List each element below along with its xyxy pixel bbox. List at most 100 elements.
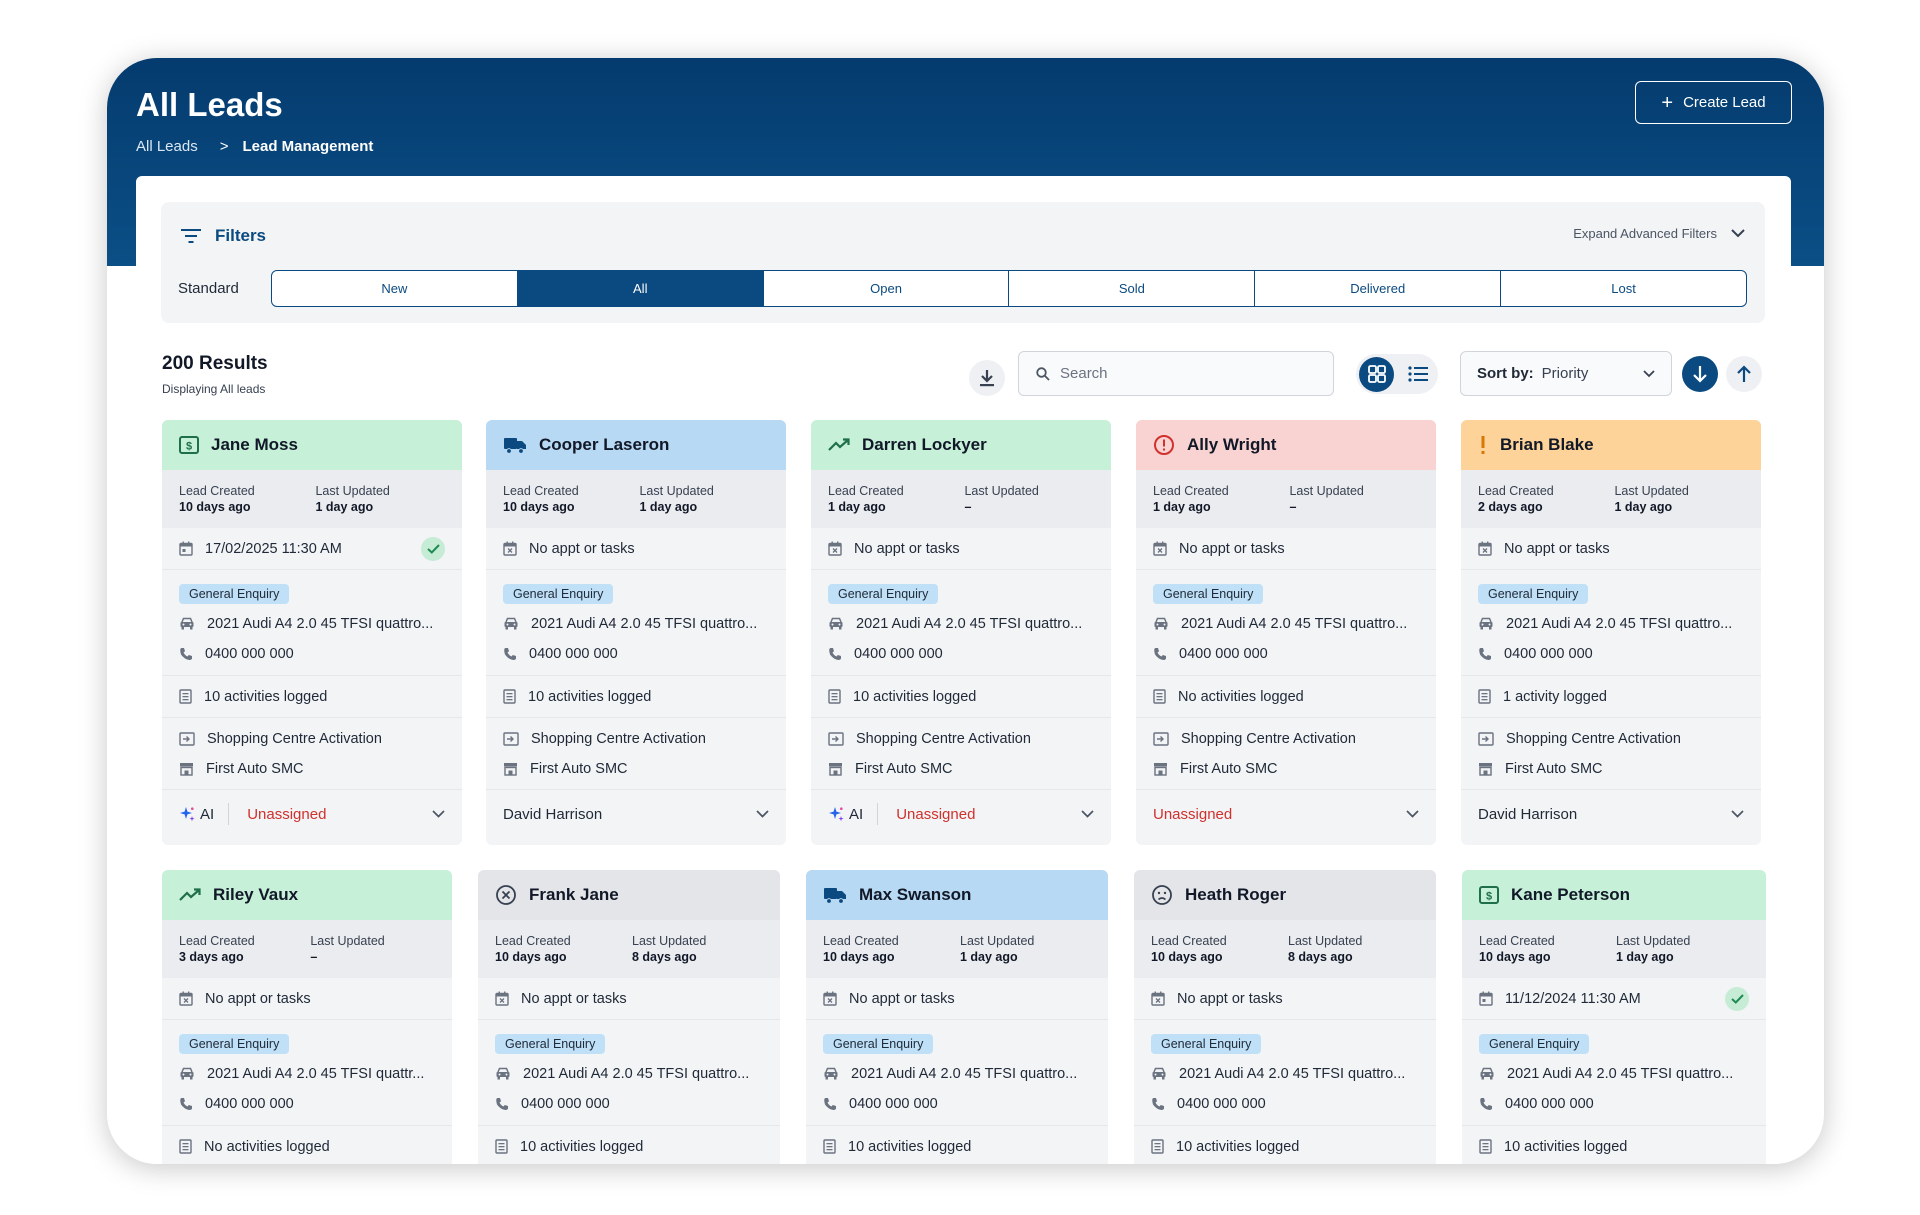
ai-chip[interactable]: AI	[828, 803, 879, 825]
car-icon	[1479, 1067, 1495, 1080]
trending-up-icon	[179, 888, 201, 902]
car-icon	[1478, 617, 1494, 630]
lead-card[interactable]: Heath Roger Lead Created 10 days ago Last U…	[1134, 870, 1436, 1164]
lead-created-label: Lead Created	[1478, 484, 1554, 498]
appointment-row[interactable]: No appt or tasks	[811, 528, 1111, 570]
grid-view-button[interactable]	[1359, 356, 1394, 392]
last-updated: Last Updated 1 day ago	[315, 484, 445, 528]
create-lead-button[interactable]: + Create Lead	[1635, 81, 1792, 124]
lead-card-header[interactable]: Frank Jane	[478, 870, 780, 920]
lead-card-header[interactable]: Cooper Laseron	[486, 420, 786, 470]
phone-row[interactable]: 0400 000 000	[811, 639, 1111, 676]
lead-card-header[interactable]: Max Swanson	[806, 870, 1108, 920]
assignee-select[interactable]: AI Unassigned	[162, 790, 462, 838]
phone-row[interactable]: 0400 000 000	[1136, 639, 1436, 676]
filter-tab-sold[interactable]: Sold	[1009, 271, 1256, 306]
lead-card-header[interactable]: Heath Roger	[1134, 870, 1436, 920]
activities-row[interactable]: No activities logged	[1136, 676, 1436, 718]
lead-card[interactable]: Brian Blake Lead Created 2 days ago Last Up…	[1461, 420, 1761, 845]
phone-row[interactable]: 0400 000 000	[806, 1089, 1108, 1126]
appointment-row[interactable]: No appt or tasks	[1461, 528, 1761, 570]
source-icon	[1478, 732, 1494, 746]
appointment-row[interactable]: 11/12/2024 11:30 AM	[1462, 978, 1766, 1020]
lead-card-header[interactable]: Brian Blake	[1461, 420, 1761, 470]
lead-card-header[interactable]: $ Jane Moss	[162, 420, 462, 470]
activities-row[interactable]: 10 activities logged	[486, 676, 786, 718]
activities-row[interactable]: 10 activities logged	[811, 676, 1111, 718]
lead-card-header[interactable]: $ Kane Peterson	[1462, 870, 1766, 920]
vehicle-text: 2021 Audi A4 2.0 45 TFSI quattro...	[1179, 1065, 1406, 1082]
last-updated-label: Last Updated	[960, 934, 1035, 948]
phone-row[interactable]: 0400 000 000	[162, 639, 462, 676]
phone-row[interactable]: 0400 000 000	[1134, 1089, 1436, 1126]
activity-log-icon	[179, 1139, 192, 1154]
activities-row[interactable]: 10 activities logged	[478, 1126, 780, 1164]
sort-descending-button[interactable]	[1682, 356, 1718, 392]
filter-tab-open[interactable]: Open	[764, 271, 1010, 306]
lead-name: Kane Peterson	[1511, 885, 1631, 904]
download-button[interactable]	[969, 360, 1005, 396]
activities-row[interactable]: 10 activities logged	[1462, 1126, 1766, 1164]
last-updated-label: Last Updated	[1289, 484, 1364, 498]
sort-ascending-button[interactable]	[1726, 356, 1762, 392]
lead-created-label: Lead Created	[823, 934, 899, 948]
lead-card-header[interactable]: Ally Wright	[1136, 420, 1436, 470]
appointment-row[interactable]: No appt or tasks	[486, 528, 786, 570]
enquiry-wrap: General Enquiry	[162, 570, 462, 608]
lead-card[interactable]: Max Swanson Lead Created 10 days ago Last U…	[806, 870, 1108, 1164]
phone-icon	[1479, 1097, 1493, 1111]
lead-card[interactable]: Riley Vaux Lead Created 3 days ago Last Upd…	[162, 870, 452, 1164]
lead-card[interactable]: Frank Jane Lead Created 10 days ago Last Up…	[478, 870, 780, 1164]
activities-text: 10 activities logged	[1504, 1138, 1628, 1155]
phone-text: 0400 000 000	[849, 1096, 938, 1112]
assignee-select[interactable]: David Harrison	[1461, 790, 1761, 838]
enquiry-tag: General Enquiry	[1478, 584, 1589, 604]
filter-tab-new[interactable]: New	[272, 271, 518, 306]
ai-chip[interactable]: AI	[179, 803, 230, 825]
breadcrumb-root-link[interactable]: All Leads	[136, 138, 198, 155]
lead-card-header[interactable]: Darren Lockyer	[811, 420, 1111, 470]
appointment-row[interactable]: No appt or tasks	[162, 978, 452, 1020]
appointment-row[interactable]: 17/02/2025 11:30 AM	[162, 528, 462, 570]
enquiry-wrap: General Enquiry	[1462, 1020, 1766, 1058]
phone-row[interactable]: 0400 000 000	[1462, 1089, 1766, 1126]
assignee-select[interactable]: David Harrison	[486, 790, 786, 838]
chevron-down-icon	[1643, 369, 1655, 378]
breadcrumb-current: Lead Management	[242, 138, 374, 155]
activities-row[interactable]: 1 activity logged	[1461, 676, 1761, 718]
activities-row[interactable]: 10 activities logged	[806, 1126, 1108, 1164]
phone-row[interactable]: 0400 000 000	[486, 639, 786, 676]
lead-card[interactable]: Ally Wright Lead Created 1 day ago Last Upd…	[1136, 420, 1436, 845]
assignee-select[interactable]: AI Unassigned	[811, 790, 1111, 838]
filter-tab-all[interactable]: All	[517, 271, 764, 306]
create-lead-label: Create Lead	[1683, 94, 1766, 111]
activities-row[interactable]: No activities logged	[162, 1126, 452, 1164]
phone-row[interactable]: 0400 000 000	[162, 1089, 452, 1126]
filter-tab-delivered[interactable]: Delivered	[1255, 271, 1502, 306]
vehicle-text: 2021 Audi A4 2.0 45 TFSI quattro...	[531, 615, 758, 632]
lead-card-header[interactable]: Riley Vaux	[162, 870, 452, 920]
expand-advanced-filters-button[interactable]: Expand Advanced Filters	[1573, 226, 1745, 241]
filter-tab-lost[interactable]: Lost	[1501, 271, 1746, 306]
lead-card[interactable]: $ Jane Moss Lead Created 10 days ago Last Up…	[162, 420, 462, 845]
lead-card[interactable]: Darren Lockyer Lead Created 1 day ago Last …	[811, 420, 1111, 845]
phone-icon	[1153, 647, 1167, 661]
lead-card[interactable]: Cooper Laseron Lead Created 10 days ago Las…	[486, 420, 786, 845]
phone-row[interactable]: 0400 000 000	[478, 1089, 780, 1126]
activities-row[interactable]: 10 activities logged	[162, 676, 462, 718]
list-view-button[interactable]	[1400, 357, 1435, 392]
appointment-row[interactable]: No appt or tasks	[1136, 528, 1436, 570]
sort-select[interactable]: Sort by: Priority	[1460, 351, 1672, 396]
enquiry-wrap: General Enquiry	[1134, 1020, 1436, 1058]
phone-row[interactable]: 0400 000 000	[1461, 639, 1761, 676]
search-input[interactable]	[1060, 365, 1310, 382]
phone-icon	[503, 647, 517, 661]
lead-card[interactable]: $ Kane Peterson Lead Created 10 days ago Las…	[1462, 870, 1766, 1164]
appointment-row[interactable]: No appt or tasks	[1134, 978, 1436, 1020]
activities-row[interactable]: 10 activities logged	[1134, 1126, 1436, 1164]
last-updated-label: Last Updated	[1288, 934, 1363, 948]
appointment-row[interactable]: No appt or tasks	[478, 978, 780, 1020]
lead-name: Ally Wright	[1187, 435, 1277, 454]
assignee-select[interactable]: Unassigned	[1136, 790, 1436, 838]
appointment-row[interactable]: No appt or tasks	[806, 978, 1108, 1020]
